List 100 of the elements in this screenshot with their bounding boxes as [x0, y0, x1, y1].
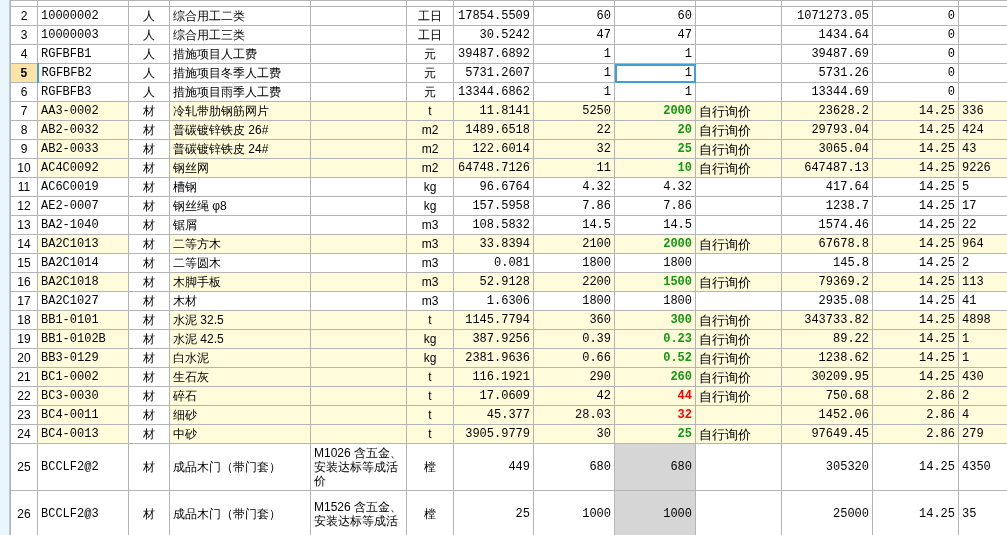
table-cell: 人: [143, 65, 155, 80]
table-cell: 10000002: [41, 8, 99, 23]
table-cell: 2935.08: [818, 293, 869, 308]
table-cell: 1489.6518: [465, 122, 530, 137]
table-cell: 自行询价: [699, 103, 751, 119]
table-cell: BA2C1013: [41, 236, 99, 251]
table-cell: kg: [423, 350, 437, 365]
table-cell: 387.9256: [472, 331, 530, 346]
table-cell: 4.32: [663, 179, 692, 194]
table-cell: AA3-0002: [41, 103, 99, 118]
table-cell: 自行询价: [699, 141, 751, 157]
table-cell: 96.6764: [479, 179, 530, 194]
table-cell: 14.25: [919, 198, 955, 213]
table-cell: 5731.2607: [465, 65, 530, 80]
table-cell: 424: [962, 122, 984, 137]
table-cell: 680: [589, 459, 611, 474]
table-cell: 生石灰: [173, 369, 209, 384]
table-cell: 116.1921: [472, 369, 530, 384]
table-cell: 7.86: [663, 198, 692, 213]
table-cell: 材: [143, 506, 155, 521]
table-cell: BB1-0102B: [41, 331, 106, 346]
table-cell: 29793.04: [811, 122, 869, 137]
table-cell: BB3-0129: [41, 350, 99, 365]
table-cell: 综合用工三类: [173, 27, 245, 42]
table-cell: 305320: [825, 459, 869, 474]
table-cell: 4350: [962, 459, 991, 474]
table-cell: 措施项目冬季人工费: [173, 65, 281, 80]
table-cell: 2100: [582, 236, 611, 251]
table-cell: 11: [596, 160, 611, 175]
table-cell: 14.5: [663, 217, 692, 232]
table-cell: 1: [684, 65, 692, 80]
table-cell: 2000: [663, 103, 692, 118]
table-cell: 79369.2: [818, 274, 869, 289]
table-cell: 11.8141: [479, 103, 530, 118]
table-cell: m3: [421, 274, 439, 289]
table-cell: 14.25: [919, 459, 955, 474]
table-cell: 22: [962, 217, 977, 232]
table-cell: 52.9128: [479, 274, 530, 289]
table-cell: BCCLF2@3: [41, 506, 99, 521]
table-cell: 680: [670, 459, 692, 474]
table-cell: 0: [947, 84, 955, 99]
table-cell: 60: [677, 8, 692, 23]
table-cell: 樘: [424, 459, 436, 474]
table-cell: kg: [423, 179, 437, 194]
table-cell: 33.8394: [479, 236, 530, 251]
table-cell: 3065.04: [818, 141, 869, 156]
table-cell: 750.68: [825, 388, 869, 403]
table-cell: 自行询价: [699, 236, 751, 252]
row-number[interactable]: 26: [17, 506, 31, 521]
table-cell: m2: [421, 141, 439, 156]
table-cell: 260: [670, 369, 692, 384]
table-cell: BA2C1018: [41, 274, 99, 289]
table-cell: 647487.13: [804, 160, 869, 175]
table-cell: 自行询价: [699, 350, 751, 366]
table-cell: 二等方木: [173, 236, 221, 251]
table-cell: 1574.46: [818, 217, 869, 232]
table-cell: 2.86: [926, 407, 955, 422]
table-cell: 5: [962, 179, 970, 194]
row-number[interactable]: 25: [17, 459, 31, 474]
table-cell: 44: [677, 388, 692, 403]
table-cell: 2200: [582, 274, 611, 289]
table-cell: 1238.62: [818, 350, 869, 365]
table-cell: 67678.8: [818, 236, 869, 251]
table-cell: 14.25: [919, 103, 955, 118]
table-cell: 39487.69: [811, 46, 869, 61]
table-cell: 25: [677, 141, 692, 156]
table-cell: 45.377: [486, 407, 530, 422]
table-cell: kg: [423, 198, 437, 213]
table-cell: 1145.7794: [465, 312, 530, 327]
table-cell: 材: [143, 274, 155, 289]
table-cell: 32: [677, 407, 692, 422]
table-cell: 25: [677, 426, 692, 441]
table-cell: 1: [684, 46, 692, 61]
table-cell: 1434.64: [818, 27, 869, 42]
table-cell: 木脚手板: [173, 274, 221, 289]
table-cell: BB1-0101: [41, 312, 99, 327]
table-cell: 17: [962, 198, 977, 213]
table-cell: M1526 含五金、安装达标等成活: [314, 500, 403, 528]
table-cell: 人: [143, 8, 155, 23]
table-cell: 13344.69: [811, 84, 869, 99]
table-cell: 113: [962, 274, 984, 289]
table-cell: 0: [947, 46, 955, 61]
table-cell: 1500: [663, 274, 692, 289]
table-cell: 14.25: [919, 331, 955, 346]
table-cell: RGFBFB3: [41, 84, 92, 99]
table-cell: AE2-0007: [41, 198, 99, 213]
table-cell: 10000003: [41, 27, 99, 42]
table-cell: 二等圆木: [173, 255, 221, 270]
table-cell: 材: [143, 198, 155, 213]
table-cell: 89.22: [833, 331, 869, 346]
table-cell: 普碳镀锌铁皮 24#: [173, 141, 269, 156]
table-cell: 2: [962, 388, 970, 403]
table-cell: 2: [962, 255, 970, 270]
table-cell: 30209.95: [811, 369, 869, 384]
table-cell: 材: [143, 122, 155, 137]
table-cell: 材: [143, 312, 155, 327]
table-cell: RGFBFB1: [41, 46, 92, 61]
table-cell: 22: [596, 122, 611, 137]
table-cell: 4.32: [582, 179, 611, 194]
table-cell: 1800: [663, 255, 692, 270]
